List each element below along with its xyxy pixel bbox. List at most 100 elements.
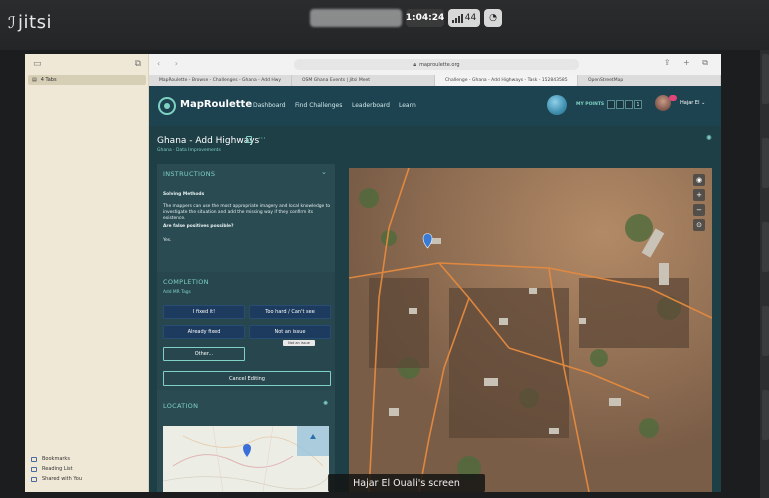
browser-tab[interactable]: OSM Ghana Events | Jitsi Meet — [292, 75, 435, 86]
browser-window: ‹ › 🔒︎ maproulette.org ⇪ + ⧉ MapRoulette… — [149, 54, 721, 492]
lock-icon — [246, 136, 252, 143]
browser-tab[interactable]: MapRoulette - Browse - Challenges - Ghan… — [149, 75, 292, 86]
challenge-project[interactable]: Ghana · Data Improvements — [157, 148, 221, 153]
tab-label: Challenge - Ghana - Add Highways - Task … — [445, 78, 568, 83]
address-bar[interactable]: 🔒︎ maproulette.org — [294, 59, 579, 70]
layers-button[interactable]: ◉ — [693, 174, 705, 186]
participants-button[interactable]: 44 — [448, 9, 480, 27]
instructions-answer: Yes. — [163, 238, 172, 243]
sidebar-item-label: Shared with You — [42, 476, 83, 482]
filmstrip-tile[interactable] — [762, 54, 769, 104]
mini-map-graphic — [163, 426, 329, 492]
browser-tab-active[interactable]: Challenge - Ghana - Add Highways - Task … — [435, 75, 578, 86]
points-digit — [607, 100, 615, 109]
challenge-title: Ghana - Add Highways — [157, 136, 260, 146]
meeting-info: 1:04:24 44 ◔ — [310, 8, 502, 28]
filmstrip-tile[interactable] — [762, 390, 769, 440]
task-panel: INSTRUCTIONS ⌄ Solving Methods The mappe… — [157, 164, 335, 492]
user-menu[interactable]: Hajar El ⌄ — [680, 100, 705, 106]
filmstrip — [760, 50, 769, 498]
participant-count: 44 — [464, 13, 477, 23]
points-digit — [616, 100, 624, 109]
jitsi-logo-text: jitsi — [18, 12, 52, 33]
not-an-issue-button[interactable]: Not an issue — [249, 325, 331, 339]
tabs-icon: ▤ — [32, 77, 37, 83]
sidebar-header: ▭ ⧉ — [25, 54, 149, 74]
meeting-timer: 1:04:24 — [406, 9, 444, 27]
tooltip: Not an issue — [283, 340, 315, 346]
jitsi-mark-icon: ℐ — [8, 13, 17, 32]
completion-title: COMPLETION — [163, 278, 209, 286]
instructions-question: Are false positives possible? — [163, 224, 234, 229]
share-newtab-icons[interactable]: ⇪ + ⧉ — [664, 58, 713, 68]
maproulette-logo-text[interactable]: MapRoulette — [180, 99, 252, 110]
glasses-icon — [31, 466, 37, 472]
chevron-down-icon[interactable]: ⌄ — [321, 168, 327, 176]
lock-icon: 🔒︎ — [413, 61, 417, 68]
location-pin-icon — [243, 444, 251, 457]
fixed-it-button[interactable]: I fixed it! — [163, 305, 245, 319]
browser-tabstrip: MapRoulette - Browse - Challenges - Ghan… — [149, 75, 721, 86]
tab-overview-icon[interactable]: ⧉ — [135, 59, 141, 69]
bookmark-icon — [31, 456, 37, 462]
browser-toolbar: ‹ › 🔒︎ maproulette.org ⇪ + ⧉ — [149, 54, 721, 75]
filmstrip-tile[interactable] — [762, 306, 769, 356]
meeting-name[interactable] — [310, 9, 402, 27]
sidebar-item-bookmarks[interactable]: Bookmarks — [31, 456, 70, 462]
nav-learn[interactable]: Learn — [399, 102, 416, 109]
instructions-body: The mappers can use the most appropriate… — [163, 204, 331, 221]
notification-badge — [669, 95, 677, 101]
tab-label: OpenStreetMap — [588, 78, 624, 83]
too-hard-button[interactable]: Too hard / Can't see — [249, 305, 331, 319]
satellite-imagery — [349, 168, 712, 492]
fit-bounds-button[interactable]: ⊙ — [693, 219, 705, 231]
more-options-icon[interactable]: ··· — [258, 134, 266, 143]
sidebar-item-label: Reading List — [42, 466, 73, 472]
sidebar-item-reading-list[interactable]: Reading List — [31, 466, 73, 472]
browser-tab[interactable]: OpenStreetMap — [578, 75, 721, 86]
nav-dashboard[interactable]: Dashboard — [253, 102, 286, 109]
sidebar-tabs-label: 4 Tabs — [40, 77, 57, 83]
instructions-title[interactable]: INSTRUCTIONS — [163, 170, 215, 178]
people-icon — [31, 476, 37, 482]
location-mini-map[interactable] — [163, 426, 329, 492]
address-text: maproulette.org — [419, 61, 460, 68]
screen-owner-caption: Hajar El Ouali's screen — [328, 474, 485, 492]
zoom-out-button[interactable]: − — [693, 204, 705, 216]
globe-icon[interactable] — [547, 95, 567, 115]
user-name: Hajar El — [680, 100, 700, 106]
task-map[interactable]: ◉ + − ⊙ — [349, 168, 712, 492]
tab-label: OSM Ghana Events | Jitsi Meet — [302, 78, 371, 83]
maproulette-navbar: MapRoulette Dashboard Find Challenges Le… — [149, 86, 721, 126]
sidebar-item-shared[interactable]: Shared with You — [31, 476, 82, 482]
already-fixed-button[interactable]: Already fixed — [163, 325, 245, 339]
maproulette-page: MapRoulette Dashboard Find Challenges Le… — [149, 86, 721, 492]
nav-find-challenges[interactable]: Find Challenges — [295, 102, 342, 109]
tab-label: MapRoulette - Browse - Challenges - Ghan… — [159, 78, 282, 83]
nav-leaderboard[interactable]: Leaderboard — [352, 102, 390, 109]
shared-screen: ▭ ⧉ ▤ 4 Tabs Bookmarks Reading List Shar… — [25, 54, 721, 492]
points-digit — [625, 100, 633, 109]
filmstrip-tile[interactable] — [762, 222, 769, 272]
my-points-label: MY POINTS — [576, 102, 605, 107]
browser-sidebar: ▭ ⧉ ▤ 4 Tabs Bookmarks Reading List Shar… — [25, 54, 149, 492]
back-forward-icon[interactable]: ‹ › — [157, 59, 184, 68]
location-title: LOCATION — [163, 402, 199, 410]
gear-icon[interactable]: ✺ — [323, 400, 328, 407]
signal-icon — [451, 13, 463, 23]
cancel-editing-button[interactable]: Cancel Editing — [163, 371, 331, 386]
instructions-heading: Solving Methods — [163, 192, 205, 197]
gear-icon[interactable]: ✺ — [706, 134, 712, 142]
gauge-icon: ◔ — [489, 13, 497, 23]
maproulette-logo-icon[interactable] — [158, 97, 176, 115]
sidebar-toggle-icon[interactable]: ▭ — [33, 59, 42, 69]
other-button[interactable]: Other... — [163, 347, 245, 361]
jitsi-logo: ℐjitsi — [8, 12, 52, 33]
performance-button[interactable]: ◔ — [484, 9, 502, 27]
sidebar-item-label: Bookmarks — [42, 456, 70, 462]
sidebar-tabs-item[interactable]: ▤ 4 Tabs — [28, 75, 146, 85]
add-mr-tags-link[interactable]: Add MR Tags — [163, 290, 331, 296]
zoom-in-button[interactable]: + — [693, 189, 705, 201]
points-digit: 1 — [634, 100, 642, 109]
filmstrip-tile[interactable] — [762, 138, 769, 188]
